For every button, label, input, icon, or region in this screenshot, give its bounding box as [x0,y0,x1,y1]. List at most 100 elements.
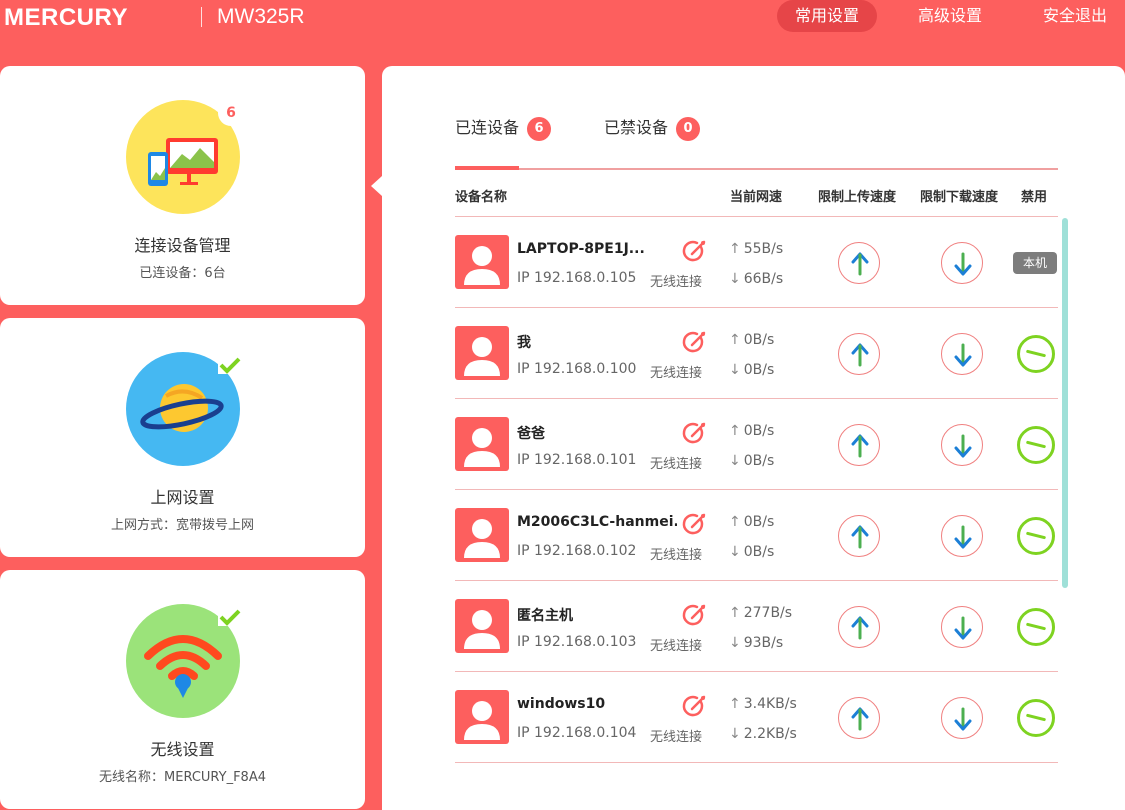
upload-speed-value: 55B/s [744,241,783,257]
user-avatar-icon [455,235,509,289]
connection-type: 无线连接 [650,362,702,381]
limit-download-button[interactable] [941,697,983,739]
scrollbar[interactable] [1062,218,1068,588]
tab-active-indicator [455,166,519,170]
limit-upload-button[interactable] [838,424,880,466]
top-header: MERCURY MW325R 常用设置 高级设置 安全退出 [0,0,1125,40]
card-internet-settings[interactable]: 上网设置 上网方式：宽带拨号上网 [0,318,365,557]
block-device-button[interactable] [1017,517,1055,555]
download-speed-value: 93B/s [744,635,783,651]
device-panel: 已连设备6 已禁设备0 设备名称 当前网速 限制上传速度 限制下载速度 禁用 L… [382,66,1125,810]
ban-icon [1026,623,1046,631]
limit-upload-button[interactable] [838,242,880,284]
upload-speed: ↑277B/s [729,605,792,621]
card-title: 上网设置 [0,484,365,508]
download-speed-value: 2.2KB/s [744,726,797,742]
limit-upload-button[interactable] [838,606,880,648]
upload-speed: ↑0B/s [729,332,774,348]
card-title: 无线设置 [0,736,365,760]
edit-icon[interactable] [681,330,707,360]
tab-connected-devices[interactable]: 已连设备6 [455,114,551,141]
table-row: 爸爸IP 192.168.0.101无线连接↑0B/s↓0B/s [455,399,1058,490]
table-row: 匿名主机IP 192.168.0.103无线连接↑277B/s↓93B/s [455,581,1058,672]
edit-icon[interactable] [681,239,707,269]
download-speed: ↓2.2KB/s [729,726,797,742]
table-row: windows10IP 192.168.0.104无线连接↑3.4KB/s↓2.… [455,672,1058,763]
upload-speed-value: 3.4KB/s [744,696,797,712]
model-name: MW325R [217,5,305,29]
arrow-up-icon: ↑ [729,605,741,621]
limit-download-button[interactable] [941,606,983,648]
edit-icon[interactable] [681,512,707,542]
device-name: LAPTOP-8PE1J... [517,241,645,257]
arrow-down-icon: ↓ [729,726,741,742]
arrow-up-icon: ↑ [729,241,741,257]
limit-download-button[interactable] [941,424,983,466]
check-icon [218,608,242,626]
device-count-badge: 6 [218,100,244,126]
device-ip: IP 192.168.0.102 [517,543,636,559]
download-speed: ↓0B/s [729,362,774,378]
table-row: M2006C3LC-hanmei. IP 192.168.0.102 无线连接 ↑0B… [455,490,1058,581]
user-avatar-icon [455,599,509,653]
card-subtitle: 已连设备：6台 [0,262,365,281]
device-ip: IP 192.168.0.103 [517,634,636,650]
tab-label: 已连设备 [455,118,519,137]
device-name: 我 [517,332,531,352]
upload-speed-value: 0B/s [744,514,775,530]
ban-icon [1026,532,1046,540]
block-device-button[interactable] [1017,335,1055,373]
device-name: windows10 [517,696,605,712]
device-ip: IP 192.168.0.104 [517,725,636,741]
limit-upload-button[interactable] [838,333,880,375]
block-device-button[interactable] [1017,426,1055,464]
logo-divider [201,7,202,27]
edit-icon[interactable] [681,694,707,724]
arrow-up-icon: ↑ [729,423,741,439]
block-device-button[interactable] [1017,608,1055,646]
download-speed-value: 0B/s [744,544,775,560]
device-name: M2006C3LC-hanmei. [517,514,677,530]
arrow-down-icon: ↓ [729,635,741,651]
download-speed-value: 0B/s [744,453,775,469]
card-wireless-settings[interactable]: 无线设置 无线名称：MERCURY_F8A4 [0,570,365,809]
device-ip: IP 192.168.0.105 [517,270,636,286]
user-avatar-icon [455,417,509,471]
connection-type: 无线连接 [650,544,702,563]
arrow-up-icon: ↑ [729,514,741,530]
nav-logout[interactable]: 安全退出 [1030,0,1120,32]
arrow-down-icon: ↓ [729,544,741,560]
user-avatar-icon [455,690,509,744]
limit-download-button[interactable] [941,515,983,557]
nav-advanced-settings[interactable]: 高级设置 [900,0,1000,32]
card-title: 连接设备管理 [0,232,365,256]
download-speed: ↓0B/s [729,544,774,560]
limit-download-button[interactable] [941,333,983,375]
user-avatar-icon [455,508,509,562]
nav-common-settings[interactable]: 常用设置 [777,0,877,32]
column-header-current-speed: 当前网速 [730,186,782,205]
ban-icon [1026,441,1046,449]
limit-upload-button[interactable] [838,515,880,557]
tab-divider [455,168,1058,170]
limit-download-button[interactable] [941,242,983,284]
card-device-management[interactable]: 6 连接设备管理 已连设备：6台 [0,66,365,305]
limit-upload-button[interactable] [838,697,880,739]
block-device-button[interactable] [1017,699,1055,737]
download-speed: ↓66B/s [729,271,783,287]
arrow-up-icon: ↑ [729,332,741,348]
local-device-tag: 本机 [1013,252,1057,274]
tab-blocked-devices[interactable]: 已禁设备0 [604,114,700,141]
ban-icon [1026,714,1046,722]
tab-count-badge: 0 [676,117,700,141]
column-header-upload-limit: 限制上传速度 [818,186,896,205]
connection-type: 无线连接 [650,453,702,472]
card-subtitle: 无线名称：MERCURY_F8A4 [0,766,365,785]
download-speed-value: 66B/s [744,271,783,287]
download-speed: ↓93B/s [729,635,783,651]
edit-icon[interactable] [681,603,707,633]
upload-speed: ↑55B/s [729,241,783,257]
connection-type: 无线连接 [650,726,702,745]
connection-type: 无线连接 [650,271,702,290]
edit-icon[interactable] [681,421,707,451]
